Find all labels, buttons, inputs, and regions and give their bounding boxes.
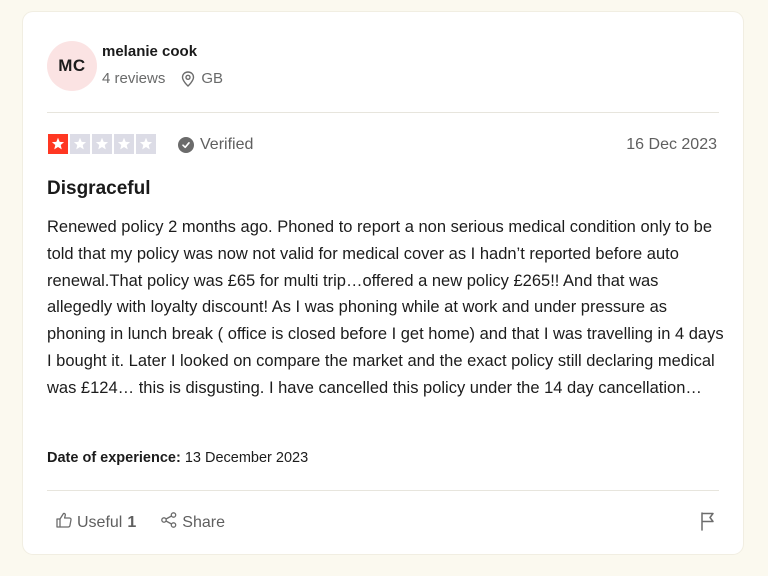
reviewer-name[interactable]: melanie cook xyxy=(102,43,197,60)
divider xyxy=(47,490,719,491)
review-actions: Useful 1 Share xyxy=(55,511,225,534)
experience-date: 13 December 2023 xyxy=(184,450,309,466)
star-empty-icon xyxy=(70,134,90,154)
star-empty-icon xyxy=(136,134,156,154)
flag-icon[interactable] xyxy=(699,511,717,536)
useful-button[interactable]: Useful 1 xyxy=(55,511,136,534)
avatar[interactable]: MC xyxy=(47,41,97,91)
review-card: MC melanie cook 4 reviews GB Verified 16… xyxy=(23,12,743,554)
share-button[interactable]: Share xyxy=(160,511,225,534)
useful-count: 1 xyxy=(127,513,137,531)
reviewer-meta: 4 reviews GB xyxy=(102,70,223,87)
divider xyxy=(47,112,719,113)
date-of-experience: Date of experience: 13 December 2023 xyxy=(47,450,308,466)
experience-label: Date of experience: xyxy=(47,450,181,466)
star-empty-icon xyxy=(114,134,134,154)
star-rating xyxy=(48,134,156,154)
useful-label: Useful xyxy=(77,513,123,531)
share-icon xyxy=(160,511,182,534)
share-label: Share xyxy=(182,513,225,531)
review-title[interactable]: Disgraceful xyxy=(47,178,150,200)
review-text: Renewed policy 2 months ago. Phoned to r… xyxy=(47,218,724,397)
verified-label: Verified xyxy=(200,136,254,153)
star-empty-icon xyxy=(92,134,112,154)
reviewer-country: GB xyxy=(201,70,224,87)
thumbs-up-icon xyxy=(55,511,77,534)
star-filled-icon xyxy=(48,134,68,154)
verified-badge[interactable]: Verified xyxy=(178,136,253,154)
check-circle-icon xyxy=(178,137,194,153)
map-pin-icon xyxy=(181,70,195,87)
review-date: 16 Dec 2023 xyxy=(626,136,717,153)
review-count: 4 reviews xyxy=(102,70,166,87)
